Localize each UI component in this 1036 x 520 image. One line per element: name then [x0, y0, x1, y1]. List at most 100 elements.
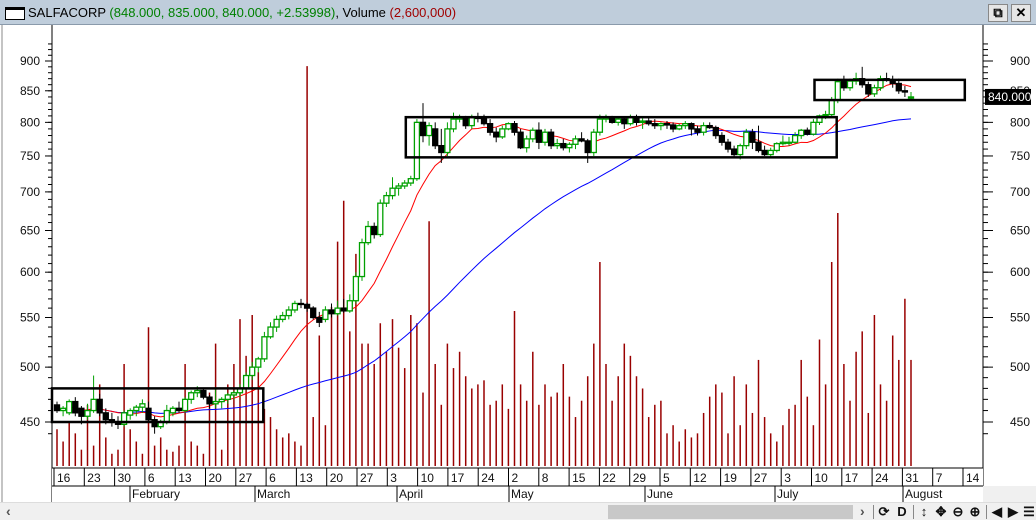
candle-down[interactable] [645, 120, 652, 125]
candle-down[interactable] [480, 117, 488, 125]
candle-up[interactable] [133, 406, 140, 412]
candle-up[interactable] [615, 118, 622, 124]
candle-up[interactable] [255, 358, 262, 368]
candle-down[interactable] [584, 140, 591, 154]
candle-down[interactable] [651, 123, 658, 127]
candle-up[interactable] [572, 138, 579, 145]
candle-up[interactable] [682, 123, 689, 127]
candle-up[interactable] [285, 309, 292, 317]
candle-up[interactable] [541, 131, 549, 143]
vertical-zoom-icon[interactable]: ↕ [916, 504, 932, 519]
candle-down[interactable] [206, 396, 213, 405]
candle-up[interactable] [401, 182, 408, 187]
daily-period-button[interactable]: D [894, 504, 910, 519]
candle-up[interactable] [279, 314, 286, 321]
price-chart[interactable]: 9009008508508008007507507007006506506006… [0, 25, 1036, 502]
candle-up[interactable] [389, 187, 396, 197]
candle-up[interactable] [743, 131, 750, 147]
horizontal-scrollbar[interactable]: ‹ › ⟳ D ↕ ✥ ⊖ ⊕ ◀ ▶ ☰ [0, 502, 1036, 520]
candle-down[interactable] [761, 149, 768, 156]
candle-up[interactable] [785, 141, 793, 144]
candle-up[interactable] [383, 194, 390, 204]
candle-up[interactable] [810, 121, 817, 135]
refresh-icon[interactable]: ⟳ [876, 504, 892, 520]
candle-down[interactable] [578, 138, 585, 142]
candle-up[interactable] [212, 400, 219, 405]
candle-down[interactable] [749, 131, 756, 143]
scroll-right-button[interactable]: › [860, 503, 865, 519]
candle-up[interactable] [505, 123, 512, 130]
candle-down[interactable] [712, 126, 719, 137]
candle-down[interactable] [755, 141, 762, 152]
candle-up[interactable] [364, 225, 372, 244]
candle-up[interactable] [822, 113, 829, 117]
candle-down[interactable] [706, 124, 713, 129]
candle-up[interactable] [188, 392, 195, 401]
candle-down[interactable] [316, 316, 323, 323]
candle-up[interactable] [554, 142, 561, 147]
candle-up[interactable] [450, 118, 457, 130]
candle-up[interactable] [907, 96, 915, 99]
candle-up[interactable] [261, 336, 268, 360]
candle-down[interactable] [486, 123, 494, 133]
candle-down[interactable] [547, 131, 555, 147]
candle-down[interactable] [297, 302, 305, 306]
candle-down[interactable] [371, 225, 378, 236]
candle-down[interactable] [804, 129, 811, 135]
candle-up[interactable] [773, 142, 780, 152]
candle-up[interactable] [169, 407, 177, 414]
candle-up[interactable] [425, 124, 433, 137]
candle-down[interactable] [730, 148, 738, 156]
candle-up[interactable] [798, 129, 805, 137]
candle-up[interactable] [413, 121, 421, 180]
candle-up[interactable] [791, 134, 799, 143]
candle-down[interactable] [560, 142, 567, 149]
candle-down[interactable] [865, 84, 872, 95]
candle-down[interactable] [72, 400, 79, 414]
candle-up[interactable] [846, 80, 854, 89]
candle-up[interactable] [657, 123, 665, 127]
candle-down[interactable] [694, 128, 701, 133]
candle-up[interactable] [596, 118, 604, 133]
candle-up[interactable] [127, 409, 134, 416]
candle-down[interactable] [840, 81, 848, 89]
candle-up[interactable] [676, 124, 683, 130]
candle-down[interactable] [663, 123, 671, 126]
candle-up[interactable] [468, 116, 475, 127]
candle-down[interactable] [53, 404, 61, 412]
candle-down[interactable] [96, 398, 103, 414]
candle-down[interactable] [724, 141, 732, 150]
candle-up[interactable] [194, 389, 201, 394]
candle-up[interactable] [358, 242, 366, 278]
candle-down[interactable] [432, 128, 439, 147]
candle-down[interactable] [78, 407, 85, 417]
candle-down[interactable] [145, 407, 152, 421]
candle-up[interactable] [395, 185, 402, 189]
candle-up[interactable] [590, 131, 597, 154]
candle-up[interactable] [767, 149, 774, 156]
candle-up[interactable] [566, 143, 573, 149]
candle-up[interactable] [529, 129, 536, 140]
candle-up[interactable] [249, 366, 256, 377]
candle-down[interactable] [340, 307, 347, 312]
candle-up[interactable] [334, 307, 341, 315]
candle-up[interactable] [59, 407, 67, 412]
candle-down[interactable] [303, 303, 311, 309]
candle-down[interactable] [511, 123, 518, 133]
candle-down[interactable] [688, 123, 695, 130]
candle-down[interactable] [517, 131, 524, 149]
zoom-out-icon[interactable]: ⊖ [950, 504, 966, 520]
candle-up[interactable] [639, 120, 646, 124]
candle-down[interactable] [462, 116, 469, 127]
candle-down[interactable] [419, 121, 427, 137]
candle-down[interactable] [669, 124, 677, 130]
candle-up[interactable] [444, 128, 451, 154]
candle-up[interactable] [834, 81, 841, 101]
candle-up[interactable] [499, 128, 506, 138]
pan-icon[interactable]: ✥ [933, 504, 949, 520]
candle-down[interactable] [102, 412, 109, 421]
candle-down[interactable] [310, 307, 317, 319]
candle-down[interactable] [200, 389, 207, 398]
candle-up[interactable] [181, 398, 189, 412]
candle-up[interactable] [700, 124, 707, 133]
